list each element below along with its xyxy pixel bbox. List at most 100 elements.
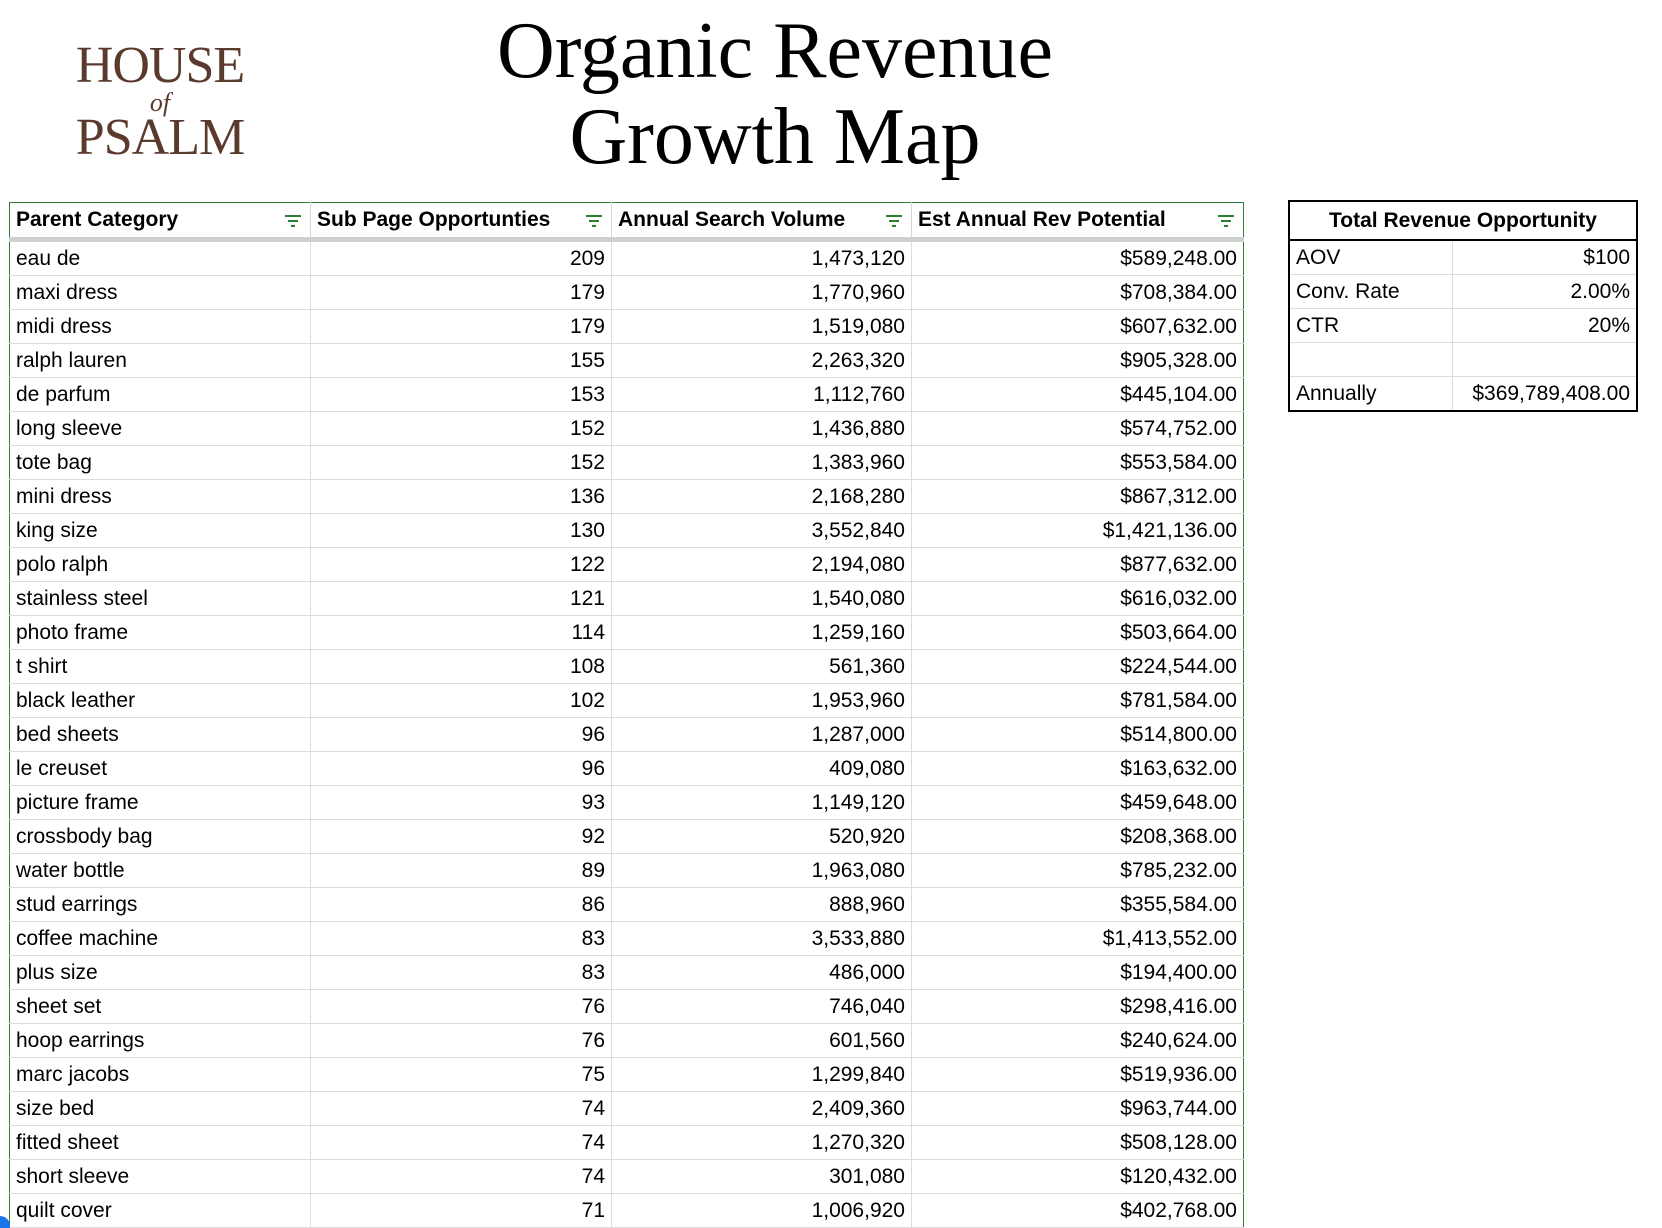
- filter-icon[interactable]: [585, 214, 603, 228]
- cell-est-annual-rev-potential[interactable]: $503,664.00: [911, 615, 1244, 650]
- cell-annual-search-volume[interactable]: 1,112,760: [611, 377, 912, 412]
- cell-annual-search-volume[interactable]: 1,383,960: [611, 445, 912, 480]
- cell-parent-category[interactable]: stainless steel: [9, 581, 311, 616]
- cell-sub-page-opportunities[interactable]: 74: [310, 1125, 612, 1160]
- cell-est-annual-rev-potential[interactable]: $240,624.00: [911, 1023, 1244, 1058]
- cell-est-annual-rev-potential[interactable]: $298,416.00: [911, 989, 1244, 1024]
- cell-sub-page-opportunities[interactable]: 96: [310, 751, 612, 786]
- cell-parent-category[interactable]: king size: [9, 513, 311, 548]
- cell-sub-page-opportunities[interactable]: 102: [310, 683, 612, 718]
- summary-label[interactable]: Annually: [1288, 376, 1453, 412]
- cell-est-annual-rev-potential[interactable]: $120,432.00: [911, 1159, 1244, 1194]
- summary-value[interactable]: $369,789,408.00: [1452, 376, 1638, 412]
- column-header-parent-category[interactable]: Parent Category: [9, 202, 311, 242]
- summary-value[interactable]: [1452, 342, 1638, 377]
- cell-parent-category[interactable]: ralph lauren: [9, 343, 311, 378]
- cell-annual-search-volume[interactable]: 520,920: [611, 819, 912, 854]
- cell-annual-search-volume[interactable]: 2,194,080: [611, 547, 912, 582]
- summary-label[interactable]: Conv. Rate: [1288, 274, 1453, 309]
- cell-sub-page-opportunities[interactable]: 75: [310, 1057, 612, 1092]
- cell-parent-category[interactable]: de parfum: [9, 377, 311, 412]
- cell-sub-page-opportunities[interactable]: 152: [310, 445, 612, 480]
- column-header-est-annual-rev-potential[interactable]: Est Annual Rev Potential: [911, 202, 1244, 242]
- cell-est-annual-rev-potential[interactable]: $785,232.00: [911, 853, 1244, 888]
- filter-icon[interactable]: [284, 214, 302, 228]
- cell-parent-category[interactable]: coffee machine: [9, 921, 311, 956]
- cell-annual-search-volume[interactable]: 409,080: [611, 751, 912, 786]
- cell-sub-page-opportunities[interactable]: 121: [310, 581, 612, 616]
- cell-parent-category[interactable]: maxi dress: [9, 275, 311, 310]
- cell-sub-page-opportunities[interactable]: 93: [310, 785, 612, 820]
- cell-est-annual-rev-potential[interactable]: $208,368.00: [911, 819, 1244, 854]
- cell-parent-category[interactable]: photo frame: [9, 615, 311, 650]
- cell-sub-page-opportunities[interactable]: 122: [310, 547, 612, 582]
- cell-est-annual-rev-potential[interactable]: $459,648.00: [911, 785, 1244, 820]
- summary-value[interactable]: $100: [1452, 240, 1638, 275]
- cell-annual-search-volume[interactable]: 1,436,880: [611, 411, 912, 446]
- filter-icon[interactable]: [1217, 214, 1235, 228]
- cell-annual-search-volume[interactable]: 1,953,960: [611, 683, 912, 718]
- cell-sub-page-opportunities[interactable]: 209: [310, 239, 612, 276]
- cell-parent-category[interactable]: sheet set: [9, 989, 311, 1024]
- cell-parent-category[interactable]: black leather: [9, 683, 311, 718]
- cell-parent-category[interactable]: picture frame: [9, 785, 311, 820]
- cell-annual-search-volume[interactable]: 1,519,080: [611, 309, 912, 344]
- cell-annual-search-volume[interactable]: 1,963,080: [611, 853, 912, 888]
- cell-parent-category[interactable]: mini dress: [9, 479, 311, 514]
- cell-sub-page-opportunities[interactable]: 83: [310, 921, 612, 956]
- cell-sub-page-opportunities[interactable]: 83: [310, 955, 612, 990]
- cell-est-annual-rev-potential[interactable]: $574,752.00: [911, 411, 1244, 446]
- summary-title[interactable]: Total Revenue Opportunity: [1288, 200, 1638, 241]
- cell-sub-page-opportunities[interactable]: 96: [310, 717, 612, 752]
- cell-est-annual-rev-potential[interactable]: $589,248.00: [911, 239, 1244, 276]
- cell-parent-category[interactable]: long sleeve: [9, 411, 311, 446]
- cell-sub-page-opportunities[interactable]: 114: [310, 615, 612, 650]
- cell-sub-page-opportunities[interactable]: 71: [310, 1193, 612, 1228]
- cell-est-annual-rev-potential[interactable]: $1,421,136.00: [911, 513, 1244, 548]
- cell-annual-search-volume[interactable]: 1,473,120: [611, 239, 912, 276]
- cell-parent-category[interactable]: midi dress: [9, 309, 311, 344]
- cell-sub-page-opportunities[interactable]: 130: [310, 513, 612, 548]
- summary-value[interactable]: 20%: [1452, 308, 1638, 343]
- cell-annual-search-volume[interactable]: 301,080: [611, 1159, 912, 1194]
- cell-parent-category[interactable]: bed sheets: [9, 717, 311, 752]
- cell-annual-search-volume[interactable]: 1,540,080: [611, 581, 912, 616]
- cell-parent-category[interactable]: short sleeve: [9, 1159, 311, 1194]
- cell-est-annual-rev-potential[interactable]: $867,312.00: [911, 479, 1244, 514]
- cell-sub-page-opportunities[interactable]: 76: [310, 1023, 612, 1058]
- cell-parent-category[interactable]: hoop earrings: [9, 1023, 311, 1058]
- cell-sub-page-opportunities[interactable]: 136: [310, 479, 612, 514]
- cell-annual-search-volume[interactable]: 601,560: [611, 1023, 912, 1058]
- cell-parent-category[interactable]: water bottle: [9, 853, 311, 888]
- cell-est-annual-rev-potential[interactable]: $877,632.00: [911, 547, 1244, 582]
- cell-est-annual-rev-potential[interactable]: $1,413,552.00: [911, 921, 1244, 956]
- cell-sub-page-opportunities[interactable]: 74: [310, 1091, 612, 1126]
- cell-annual-search-volume[interactable]: 1,299,840: [611, 1057, 912, 1092]
- cell-est-annual-rev-potential[interactable]: $905,328.00: [911, 343, 1244, 378]
- cell-est-annual-rev-potential[interactable]: $607,632.00: [911, 309, 1244, 344]
- cell-sub-page-opportunities[interactable]: 92: [310, 819, 612, 854]
- cell-annual-search-volume[interactable]: 2,168,280: [611, 479, 912, 514]
- cell-est-annual-rev-potential[interactable]: $616,032.00: [911, 581, 1244, 616]
- cell-sub-page-opportunities[interactable]: 179: [310, 309, 612, 344]
- cell-sub-page-opportunities[interactable]: 89: [310, 853, 612, 888]
- cell-sub-page-opportunities[interactable]: 155: [310, 343, 612, 378]
- filter-icon[interactable]: [885, 214, 903, 228]
- cell-annual-search-volume[interactable]: 561,360: [611, 649, 912, 684]
- cell-sub-page-opportunities[interactable]: 108: [310, 649, 612, 684]
- cell-parent-category[interactable]: eau de: [9, 239, 311, 276]
- cell-annual-search-volume[interactable]: 1,770,960: [611, 275, 912, 310]
- cell-est-annual-rev-potential[interactable]: $514,800.00: [911, 717, 1244, 752]
- cell-parent-category[interactable]: le creuset: [9, 751, 311, 786]
- cell-annual-search-volume[interactable]: 1,287,000: [611, 717, 912, 752]
- cell-annual-search-volume[interactable]: 746,040: [611, 989, 912, 1024]
- cell-parent-category[interactable]: tote bag: [9, 445, 311, 480]
- cell-est-annual-rev-potential[interactable]: $553,584.00: [911, 445, 1244, 480]
- column-header-sub-page-opportunities[interactable]: Sub Page Opportunties: [310, 202, 612, 242]
- cell-annual-search-volume[interactable]: 3,533,880: [611, 921, 912, 956]
- cell-sub-page-opportunities[interactable]: 76: [310, 989, 612, 1024]
- cell-sub-page-opportunities[interactable]: 179: [310, 275, 612, 310]
- cell-parent-category[interactable]: polo ralph: [9, 547, 311, 582]
- cell-est-annual-rev-potential[interactable]: $224,544.00: [911, 649, 1244, 684]
- summary-value[interactable]: 2.00%: [1452, 274, 1638, 309]
